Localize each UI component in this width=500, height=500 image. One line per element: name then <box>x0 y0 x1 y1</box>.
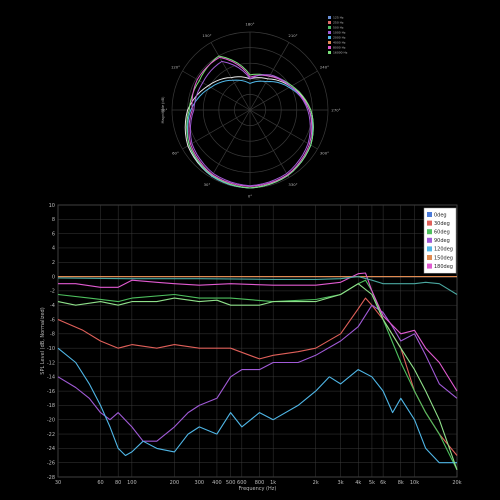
y-tick-label: -6 <box>50 317 55 323</box>
legend-swatch <box>427 212 432 217</box>
y-tick-label: -28 <box>47 475 55 481</box>
polar-legend-swatch <box>328 51 331 54</box>
polar-legend-swatch <box>328 16 331 19</box>
polar-spoke <box>249 109 318 150</box>
polar-radial-label: Magnitude (dB) <box>161 96 165 124</box>
x-tick-label: 20k <box>452 480 461 486</box>
legend-label: 60deg <box>434 230 450 236</box>
x-axis-title: Frequency (Hz) <box>239 486 277 492</box>
y-tick-label: -26 <box>47 460 55 466</box>
y-axis-title: SPL Level (dB, Normalized) <box>40 307 46 374</box>
legend-swatch <box>427 263 432 269</box>
polar-angle-label: 0° <box>248 194 252 199</box>
polar-angle-label: 120° <box>171 65 180 70</box>
polar-legend-swatch <box>328 36 331 39</box>
x-tick-label: 60 <box>97 480 103 486</box>
polar-legend-label: 8000 Hz <box>333 46 346 50</box>
polar-legend-label: 4000 Hz <box>333 41 346 45</box>
legend-label: 150deg <box>434 255 453 261</box>
x-tick-label: 500 <box>226 480 236 486</box>
x-tick-label: 5k <box>369 480 375 486</box>
y-tick-label: 8 <box>52 217 55 223</box>
polar-angle-label: 300° <box>320 151 329 156</box>
legend-label: 120deg <box>434 247 453 253</box>
legend-label: 90deg <box>434 238 450 244</box>
y-tick-label: -18 <box>47 403 55 409</box>
x-tick-label: 30 <box>55 480 61 486</box>
legend-label: 30deg <box>434 221 450 227</box>
y-tick-label: 6 <box>52 231 55 237</box>
x-tick-label: 400 <box>212 480 222 486</box>
polar-legend-swatch <box>328 46 331 49</box>
y-tick-label: -4 <box>50 303 55 309</box>
y-tick-label: 0 <box>52 274 55 280</box>
y-tick-label: -20 <box>47 418 55 424</box>
x-tick-label: 2k <box>313 480 319 486</box>
y-tick-label: -10 <box>47 346 55 352</box>
x-tick-label: 100 <box>127 480 137 486</box>
polar-angle-label: 150° <box>202 33 211 38</box>
polar-legend-label: 2000 Hz <box>333 36 346 40</box>
x-tick-label: 3k <box>338 480 344 486</box>
polar-spoke <box>249 109 290 178</box>
polar-angle-label: 210° <box>288 33 297 38</box>
polar-legend-swatch <box>328 31 331 34</box>
y-tick-label: -14 <box>47 375 55 381</box>
y-tick-label: 2 <box>52 260 55 266</box>
polar-legend-label: 16000 Hz <box>333 51 348 55</box>
x-tick-label: 200 <box>170 480 180 486</box>
frequency-response-plot: 30 60 80 100 200 300 400 500 600 800 1k 2k 3k 4k 5k 6k 8… <box>40 203 462 492</box>
legend-swatch <box>427 237 432 243</box>
chart-canvas: 0°30°60°90°120°150°180°210°240°270°300°3… <box>40 16 462 492</box>
polar-legend-swatch <box>328 41 331 44</box>
polar-legend-label: 125 Hz <box>333 16 344 20</box>
x-tick-label: 6k <box>380 480 386 486</box>
polar-angle-label: 330° <box>288 182 297 187</box>
polar-legend-swatch <box>328 26 331 29</box>
legend-swatch <box>427 229 432 235</box>
x-tick-label: 10k <box>410 480 419 486</box>
y-tick-label: 10 <box>49 203 55 209</box>
x-tick-label: 300 <box>195 480 205 486</box>
polar-legend-label: 500 Hz <box>333 26 344 30</box>
polar-angle-label: 30° <box>204 182 211 187</box>
x-tick-label: 80 <box>115 480 121 486</box>
polar-spoke <box>210 42 251 111</box>
polar-legend-label: 1000 Hz <box>333 31 346 35</box>
legend-label: 0deg <box>434 212 447 218</box>
polar-legend-label: 250 Hz <box>333 21 344 25</box>
polar-spoke <box>182 109 251 150</box>
y-tick-label: -2 <box>50 289 55 295</box>
polar-angle-label: 240° <box>320 65 329 70</box>
polar-angle-label: 270° <box>331 108 340 113</box>
polar-angle-label: 180° <box>245 22 254 27</box>
legend-swatch <box>427 246 432 252</box>
polar-legend-swatch <box>328 21 331 24</box>
plot-frame <box>57 204 458 478</box>
polar-spoke <box>210 109 251 178</box>
y-tick-label: -16 <box>47 389 55 395</box>
y-tick-label: -22 <box>47 432 55 438</box>
polar-plot: 0°30°60°90°120°150°180°210°240°270°300°3… <box>161 16 348 199</box>
y-tick-label: -12 <box>47 360 55 366</box>
polar-angle-label: 60° <box>172 151 179 156</box>
legend-swatch <box>427 255 432 260</box>
x-tick-label: 8k <box>398 480 404 486</box>
x-tick-label: 4k <box>355 480 361 486</box>
y-tick-label: 4 <box>52 246 55 252</box>
legend-swatch <box>427 220 432 226</box>
y-tick-label: -24 <box>47 446 55 452</box>
y-tick-label: -8 <box>50 332 55 338</box>
legend-label: 180deg <box>434 264 453 270</box>
